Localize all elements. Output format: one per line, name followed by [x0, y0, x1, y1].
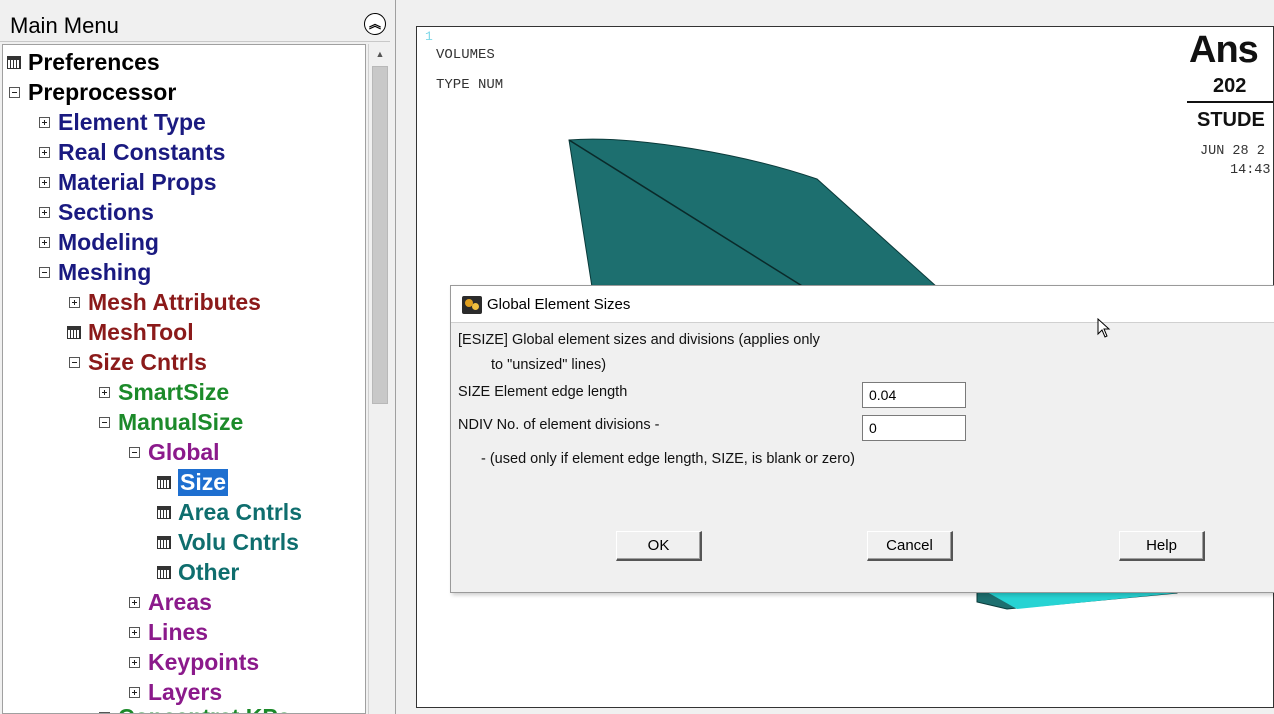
- ndiv-input[interactable]: [862, 415, 966, 441]
- collapse-toggle-icon[interactable]: [39, 266, 50, 278]
- menu-item-volu-cntrls[interactable]: Volu Cntrls: [157, 527, 299, 557]
- scrollbar-thumb[interactable]: [372, 66, 388, 404]
- scroll-up-arrow-icon[interactable]: ▲: [369, 44, 391, 64]
- help-button[interactable]: Help: [1119, 531, 1205, 561]
- menu-item-label: Concentrat KPs: [118, 704, 291, 714]
- plot-time: 14:43: [1230, 163, 1271, 178]
- menu-item-sections[interactable]: Sections: [39, 197, 154, 227]
- size-label: SIZE Element edge length: [458, 384, 628, 400]
- volume-bottom-face: [987, 592, 1177, 609]
- ansys-app-icon: [462, 296, 482, 314]
- logo-divider: [1187, 101, 1273, 103]
- menu-item-label: Lines: [148, 618, 209, 645]
- size-input[interactable]: [862, 382, 966, 408]
- menu-item-label: Preprocessor: [28, 78, 177, 105]
- expand-toggle-icon[interactable]: [129, 656, 140, 668]
- menu-item-real-constants[interactable]: Real Constants: [39, 137, 225, 167]
- menu-item-label: Preferences: [28, 48, 160, 75]
- menu-item-label: ManualSize: [118, 408, 244, 435]
- expand-toggle-icon[interactable]: [39, 206, 50, 218]
- menu-scrollbar[interactable]: ▲: [368, 44, 390, 714]
- calculator-icon: [157, 505, 171, 519]
- expand-toggle-icon[interactable]: [69, 296, 80, 308]
- collapse-toggle-icon[interactable]: [69, 356, 80, 368]
- ansys-edition: STUDE: [1197, 109, 1265, 131]
- expand-toggle-icon[interactable]: [39, 176, 50, 188]
- menu-item-preprocessor[interactable]: Preprocessor: [9, 77, 176, 107]
- menu-item-smartsize[interactable]: SmartSize: [99, 377, 229, 407]
- menu-item-label: Other: [178, 558, 240, 585]
- collapse-toggle-icon[interactable]: [9, 86, 20, 98]
- expand-toggle-icon[interactable]: [99, 386, 110, 398]
- collapse-menu-icon[interactable]: ︽: [364, 13, 386, 35]
- global-element-sizes-dialog: Global Element Sizes [ESIZE] Global elem…: [450, 285, 1274, 593]
- menu-item-label-selected: Size: [178, 468, 229, 496]
- menu-item-label: Mesh Attributes: [88, 288, 261, 315]
- menu-item-meshing[interactable]: Meshing: [39, 257, 151, 287]
- calculator-icon: [7, 55, 21, 69]
- menu-item-areas[interactable]: Areas: [129, 587, 212, 617]
- expand-toggle-icon[interactable]: [39, 236, 50, 248]
- menu-item-mesh-attributes[interactable]: Mesh Attributes: [69, 287, 261, 317]
- expand-toggle-icon[interactable]: [129, 596, 140, 608]
- menu-item-meshtool[interactable]: MeshTool: [67, 317, 194, 347]
- menu-item-label: Modeling: [58, 228, 159, 255]
- menu-item-label: Size Cntrls: [88, 348, 207, 375]
- ok-button[interactable]: OK: [616, 531, 702, 561]
- menu-tree: Preferences Preprocessor Element Type Re…: [2, 44, 366, 714]
- menu-item-size-cntrls[interactable]: Size Cntrls: [69, 347, 207, 377]
- mouse-pointer-icon: [1097, 318, 1111, 338]
- menu-item-modeling[interactable]: Modeling: [39, 227, 159, 257]
- expand-toggle-icon[interactable]: [39, 146, 50, 158]
- expand-toggle-icon[interactable]: [129, 686, 140, 698]
- menu-item-size[interactable]: Size: [157, 467, 229, 497]
- menu-item-manualsize[interactable]: ManualSize: [99, 407, 243, 437]
- menu-item-other[interactable]: Other: [157, 557, 239, 587]
- menu-item-label: MeshTool: [88, 318, 194, 345]
- plot-date: JUN 28 2: [1200, 144, 1265, 159]
- calculator-icon: [67, 325, 81, 339]
- menu-item-global[interactable]: Global: [129, 437, 220, 467]
- menu-item-label: Real Constants: [58, 138, 226, 165]
- menu-item-lines[interactable]: Lines: [129, 617, 208, 647]
- collapse-toggle-icon[interactable]: [129, 446, 140, 458]
- menu-item-label: Keypoints: [148, 648, 260, 675]
- menu-item-label: Meshing: [58, 258, 152, 285]
- ansys-logo: Ans: [1189, 29, 1259, 71]
- menu-item-label: Areas: [148, 588, 212, 615]
- ndiv-note: - (used only if element edge length, SIZ…: [481, 451, 855, 467]
- dialog-title: Global Element Sizes: [487, 296, 631, 313]
- ndiv-label: NDIV No. of element divisions -: [458, 417, 660, 433]
- menu-item-label: Volu Cntrls: [178, 528, 299, 555]
- main-menu-title: Main Menu: [10, 13, 119, 38]
- menu-item-label: SmartSize: [118, 378, 230, 405]
- cancel-button[interactable]: Cancel: [867, 531, 953, 561]
- menu-item-area-cntrls[interactable]: Area Cntrls: [157, 497, 302, 527]
- menu-item-concentrat-kps[interactable]: Concentrat KPs: [99, 702, 291, 714]
- dialog-titlebar[interactable]: Global Element Sizes: [451, 286, 1274, 323]
- calculator-icon: [157, 535, 171, 549]
- menu-item-label: Sections: [58, 198, 154, 225]
- menu-item-material-props[interactable]: Material Props: [39, 167, 217, 197]
- menu-item-label: Area Cntrls: [178, 498, 302, 525]
- esize-description-line1: [ESIZE] Global element sizes and divisio…: [458, 332, 820, 348]
- menu-item-label: Element Type: [58, 108, 206, 135]
- calculator-icon: [157, 565, 171, 579]
- menu-item-element-type[interactable]: Element Type: [39, 107, 206, 137]
- main-menu-header: Main Menu ︽: [0, 6, 390, 42]
- expand-toggle-icon[interactable]: [129, 626, 140, 638]
- expand-toggle-icon[interactable]: [39, 116, 50, 128]
- main-menu-panel: Main Menu ︽ Preferences Preprocessor Ele…: [0, 0, 396, 714]
- ansys-version-year: 202: [1213, 75, 1247, 97]
- menu-item-preferences[interactable]: Preferences: [7, 47, 160, 77]
- menu-item-label: Material Props: [58, 168, 217, 195]
- menu-item-keypoints[interactable]: Keypoints: [129, 647, 259, 677]
- menu-item-label: Global: [148, 438, 220, 465]
- collapse-toggle-icon[interactable]: [99, 416, 110, 428]
- calculator-icon: [157, 475, 171, 489]
- esize-description-line2: to "unsized" lines): [491, 357, 607, 373]
